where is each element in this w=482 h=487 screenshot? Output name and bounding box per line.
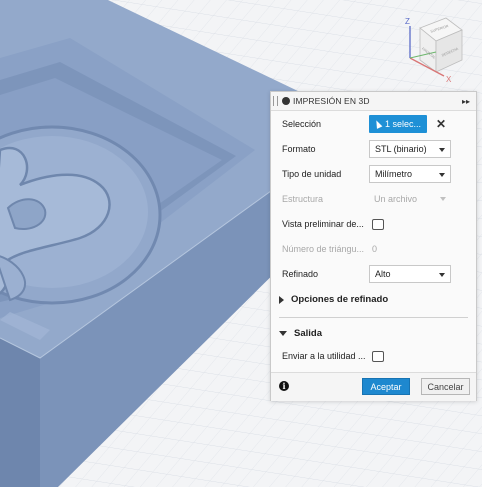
- drag-handle[interactable]: [273, 96, 278, 106]
- accept-button[interactable]: Aceptar: [362, 378, 410, 395]
- numero-triangulos-label: Número de triángu...: [282, 244, 365, 254]
- dialog-header[interactable]: IMPRESIÓN EN 3D ▸▸: [271, 92, 476, 111]
- chevron-right-icon: [279, 295, 284, 304]
- clear-selection-icon[interactable]: ✕: [436, 117, 446, 131]
- tipo-unidad-label: Tipo de unidad: [282, 169, 342, 179]
- section-salida[interactable]: Salida: [279, 328, 322, 339]
- formato-value: STL (binario): [375, 144, 427, 154]
- dialog-status-icon: [282, 97, 290, 105]
- row-tipo-unidad: Tipo de unidad Milímetro: [271, 164, 476, 184]
- row-vista-previa: Vista preliminar de...: [271, 214, 476, 234]
- section-opciones-refinado[interactable]: Opciones de refinado: [279, 294, 388, 305]
- refinado-label: Refinado: [282, 269, 319, 279]
- salida-label: Salida: [294, 328, 322, 339]
- chevron-down-icon: [439, 148, 445, 152]
- row-estructura: Estructura Un archivo: [271, 189, 476, 209]
- chevron-down-icon: [439, 273, 445, 277]
- axis-z-label: Z: [405, 17, 410, 26]
- dialog-footer: i Aceptar Cancelar: [271, 372, 476, 401]
- model-front-face: [0, 338, 40, 487]
- row-enviar: Enviar a la utilidad ...: [271, 346, 476, 366]
- enviar-checkbox[interactable]: [372, 350, 384, 362]
- chevron-down-icon: [440, 197, 446, 201]
- chevron-down-icon: [439, 173, 445, 177]
- seleccion-label: Selección: [282, 119, 322, 129]
- formato-label: Formato: [282, 144, 316, 154]
- estructura-label: Estructura: [282, 194, 324, 204]
- refinado-value: Alto: [375, 269, 391, 279]
- chevron-down-icon: [279, 331, 287, 336]
- formato-dropdown[interactable]: STL (binario): [369, 140, 451, 158]
- tipo-unidad-dropdown[interactable]: Milímetro: [369, 165, 451, 183]
- info-icon[interactable]: i: [279, 381, 289, 391]
- numero-triangulos-value: 0: [372, 244, 378, 254]
- tipo-unidad-value: Milímetro: [375, 169, 413, 179]
- row-refinado: Refinado Alto: [271, 264, 476, 284]
- dialog-title: IMPRESIÓN EN 3D: [293, 96, 370, 106]
- axis-x-label: X: [446, 75, 452, 84]
- print-3d-dialog: IMPRESIÓN EN 3D ▸▸ Selección 1 selec... …: [270, 91, 477, 401]
- vista-previa-checkbox[interactable]: [372, 218, 384, 230]
- selection-button[interactable]: 1 selec...: [369, 115, 427, 133]
- opciones-refinado-label: Opciones de refinado: [291, 294, 389, 305]
- row-seleccion: Selección 1 selec... ✕: [271, 114, 476, 134]
- row-formato: Formato STL (binario): [271, 139, 476, 159]
- view-cube[interactable]: Z X SUPERIOR FRONTAL DERECHA: [396, 14, 468, 84]
- estructura-value: Un archivo: [374, 194, 418, 204]
- row-numero-triangulos: Número de triángu... 0: [271, 239, 476, 259]
- expand-icon[interactable]: ▸▸: [462, 97, 470, 106]
- estructura-dropdown: Un archivo: [369, 190, 451, 208]
- refinado-dropdown[interactable]: Alto: [369, 265, 451, 283]
- cursor-icon: [373, 119, 383, 129]
- vista-previa-label: Vista preliminar de...: [282, 219, 364, 229]
- divider: [279, 317, 468, 318]
- selection-value: 1 selec...: [385, 119, 422, 129]
- enviar-label: Enviar a la utilidad ...: [282, 351, 366, 361]
- cancel-button[interactable]: Cancelar: [421, 378, 470, 395]
